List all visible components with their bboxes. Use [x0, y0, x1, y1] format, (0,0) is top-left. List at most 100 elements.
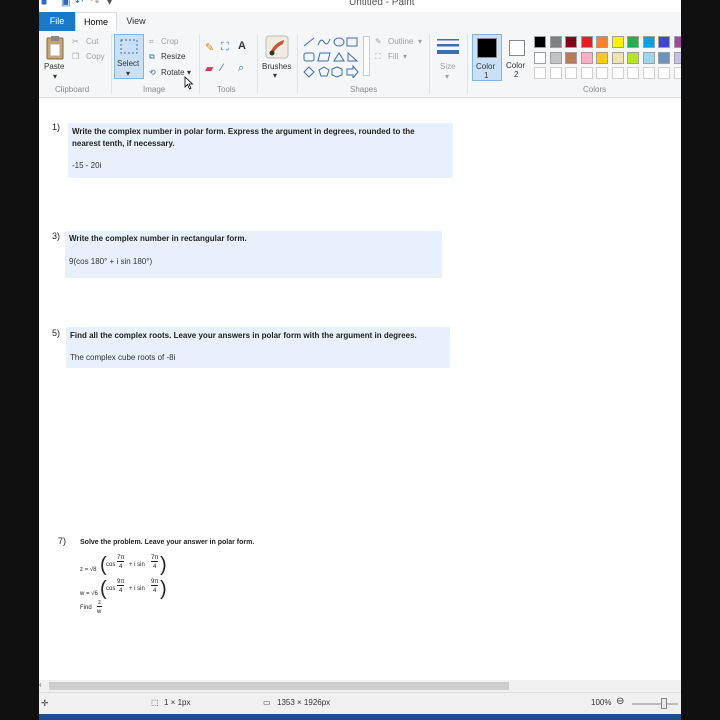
palette-swatch[interactable]	[658, 36, 670, 48]
palette-swatch[interactable]	[580, 51, 593, 64]
fraction-numerator: 7π	[151, 555, 159, 562]
zoom-level: 100%	[591, 698, 612, 707]
eraser-icon[interactable]: ▰	[205, 62, 213, 75]
zoom-slider-thumb[interactable]	[661, 698, 667, 709]
outline-button[interactable]: Outline	[388, 37, 413, 46]
palette-swatch[interactable]	[627, 36, 639, 48]
undo-icon[interactable]: ↶	[75, 0, 83, 8]
custom-color-slot[interactable]	[580, 67, 593, 79]
copy-button[interactable]: Copy	[86, 52, 105, 61]
fraction-numerator: 9π	[151, 579, 159, 586]
custom-color-slot[interactable]	[642, 67, 655, 79]
fill-bucket-icon[interactable]: ⛶	[221, 41, 229, 54]
palette-swatch[interactable]	[611, 51, 624, 64]
tab-home[interactable]: Home	[75, 12, 117, 31]
shapes-scroll[interactable]	[363, 36, 370, 76]
color2-button[interactable]: Color 2	[503, 34, 533, 81]
fraction-numerator: 7π	[117, 555, 125, 562]
palette-swatch[interactable]	[534, 36, 546, 48]
cos-label: cos	[106, 586, 116, 592]
fraction-denominator: 4	[153, 564, 157, 570]
customize-toolbar-icon[interactable]: ▾	[107, 0, 112, 8]
horizontal-scrollbar[interactable]: ‹	[39, 680, 681, 692]
brushes-button[interactable]: Brushes	[262, 62, 291, 71]
cut-icon: ✂	[72, 37, 79, 46]
custom-color-slot[interactable]	[565, 67, 577, 79]
outline-dropdown-icon[interactable]: ▾	[418, 37, 422, 46]
save-icon[interactable]: ▣	[61, 0, 70, 8]
tab-view[interactable]: View	[119, 12, 153, 31]
size-icon[interactable]	[436, 37, 460, 57]
zoom-out-icon[interactable]: ⊖	[616, 696, 624, 707]
palette-swatch[interactable]	[658, 51, 670, 64]
question-text: Find all the complex roots. Leave your a…	[70, 331, 417, 340]
fraction-denominator: 4	[153, 588, 157, 594]
palette-swatch[interactable]	[611, 36, 624, 48]
drawing-canvas[interactable]: 1) Write the complex number in polar for…	[39, 98, 681, 680]
color1-button[interactable]: Color 1	[472, 34, 502, 81]
scroll-left-icon[interactable]: ‹	[39, 680, 42, 689]
separator	[257, 34, 258, 94]
fill-dropdown-icon[interactable]: ▾	[403, 52, 407, 61]
brushes-icon[interactable]	[265, 35, 289, 59]
palette-swatch[interactable]	[565, 51, 577, 64]
right-paren: )	[160, 578, 167, 600]
separator	[297, 34, 298, 94]
shapes-gallery[interactable]	[302, 36, 362, 78]
selection-size-icon: ⬚	[151, 698, 159, 707]
palette-swatch[interactable]	[596, 36, 608, 48]
cut-button[interactable]: Cut	[86, 37, 98, 46]
scrollbar-thumb[interactable]	[49, 682, 509, 690]
separator	[111, 34, 112, 94]
group-label-shapes: Shapes	[350, 85, 378, 94]
ribbon: Paste ▾ ✂ Cut ❐ Copy Clipboard Select ▾ …	[39, 31, 681, 98]
palette-swatch[interactable]	[642, 36, 655, 48]
palette-swatch[interactable]	[596, 51, 608, 64]
size-button[interactable]: Size	[440, 62, 456, 71]
magnifier-icon[interactable]: ⌕	[238, 62, 244, 75]
crop-button[interactable]: Crop	[161, 37, 178, 46]
palette-swatch[interactable]	[534, 51, 546, 64]
custom-color-slot[interactable]	[596, 67, 608, 79]
fraction-numerator: 9π	[117, 579, 125, 586]
palette-swatch[interactable]	[642, 51, 655, 64]
selection-size: 1 × 1px	[164, 698, 191, 707]
palette-swatch[interactable]	[673, 36, 681, 48]
brushes-dropdown-icon[interactable]: ▾	[273, 71, 277, 80]
custom-color-slot[interactable]	[549, 67, 562, 79]
rotate-button[interactable]: Rotate	[161, 68, 185, 77]
paste-button[interactable]: Paste	[44, 62, 64, 71]
separator	[429, 34, 430, 94]
paste-dropdown-icon[interactable]: ▾	[53, 72, 57, 81]
zoom-slider[interactable]	[632, 703, 678, 705]
custom-color-slot[interactable]	[534, 67, 546, 79]
redo-icon[interactable]: ↷	[91, 0, 99, 8]
tab-file[interactable]: File	[39, 12, 75, 31]
custom-color-slot[interactable]	[611, 67, 624, 79]
custom-color-slot[interactable]	[627, 67, 639, 79]
select-button[interactable]: Select ▾	[114, 34, 144, 79]
select-icon	[120, 39, 138, 54]
question-expression: The complex cube roots of -8i	[70, 353, 176, 362]
pencil-icon[interactable]: ✎	[205, 41, 214, 54]
question-expression: 9(cos 180° + i sin 180°)	[69, 257, 153, 266]
palette-swatch[interactable]	[549, 51, 562, 64]
color-picker-icon[interactable]: ⁄	[221, 62, 223, 74]
custom-color-slot[interactable]	[658, 67, 670, 79]
palette-swatch[interactable]	[673, 51, 681, 64]
resize-button[interactable]: Resize	[161, 52, 185, 61]
custom-color-slot[interactable]	[673, 67, 681, 79]
question-text: Write the complex number in polar form. …	[72, 127, 415, 136]
paste-icon[interactable]	[45, 35, 65, 61]
outline-icon: ✎	[375, 37, 382, 46]
palette-swatch[interactable]	[549, 36, 562, 48]
palette-swatch[interactable]	[580, 36, 593, 48]
fill-icon: ⛶	[375, 52, 381, 61]
palette-swatch[interactable]	[627, 51, 639, 64]
size-dropdown-icon[interactable]: ▾	[445, 72, 449, 81]
text-tool-icon[interactable]: A	[238, 40, 246, 52]
palette-swatch[interactable]	[565, 36, 577, 48]
question-number: 5)	[52, 328, 61, 338]
isin-label: + i sin	[129, 586, 145, 592]
fill-button[interactable]: Fill	[388, 52, 398, 61]
